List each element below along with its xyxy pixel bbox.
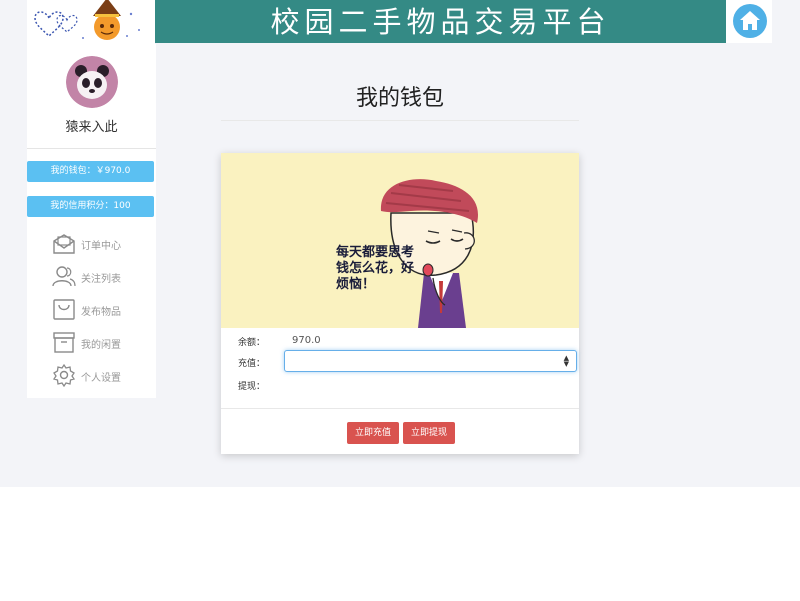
recharge-select[interactable]: ▲ ▼	[284, 350, 577, 372]
header-banner: 校园二手物品交易平台	[155, 0, 726, 43]
sidebar-item-label: 发布物品	[81, 307, 121, 318]
site-title: 校园二手物品交易平台	[270, 5, 611, 39]
users-icon	[52, 266, 76, 287]
sidebar-item-settings[interactable]: 个人设置	[52, 363, 152, 389]
panda-avatar-icon	[66, 56, 118, 108]
envelope-icon	[53, 234, 75, 254]
sidebar-item-label: 个人设置	[81, 373, 121, 384]
withdraw-label: 提现：	[238, 382, 266, 392]
home-area	[726, 0, 772, 43]
site-logo[interactable]	[27, 0, 155, 44]
bag-icon	[53, 299, 75, 320]
wallet-illustration: 每天都要思考钱怎么花，好烦恼！	[221, 153, 579, 328]
sidebar-item-publish[interactable]: 发布物品	[52, 297, 152, 323]
sidebar-item-orders[interactable]: 订单中心	[52, 231, 152, 257]
credit-score-button[interactable]: 我的信用积分：100	[27, 196, 154, 217]
archive-icon	[53, 332, 75, 353]
user-avatar[interactable]	[66, 56, 118, 108]
home-button[interactable]	[733, 4, 767, 38]
sidebar: 猿来入此 我的钱包：￥970.0 我的信用积分：100 订单中心 关注列表 发布…	[27, 44, 156, 398]
gear-icon	[52, 363, 76, 387]
wallet-button[interactable]: 我的钱包：￥970.0	[27, 161, 154, 182]
sidebar-item-label: 关注列表	[81, 274, 121, 285]
illustration-caption: 每天都要思考钱怎么花，好烦恼！	[336, 245, 415, 292]
username: 猿来入此	[65, 120, 118, 135]
balance-value: 970.0	[292, 335, 321, 346]
withdraw-button[interactable]: 立即提现	[403, 422, 455, 444]
home-icon	[740, 11, 760, 30]
sidebar-item-label: 订单中心	[81, 241, 121, 252]
recharge-button[interactable]: 立即充值	[347, 422, 399, 444]
sidebar-item-follows[interactable]: 关注列表	[52, 264, 152, 290]
recharge-label: 充值：	[238, 359, 266, 369]
card-divider	[221, 408, 579, 409]
sidebar-item-label: 我的闲置	[81, 340, 121, 351]
title-divider	[221, 120, 579, 121]
sidebar-divider	[27, 148, 156, 149]
wallet-card: 每天都要思考钱怎么花，好烦恼！ 余额： 970.0 充值： ▲ ▼ 提现： 立即充…	[221, 153, 579, 454]
select-arrows-icon: ▲ ▼	[563, 354, 569, 368]
page-title: 我的钱包	[355, 86, 444, 111]
sidebar-item-idle[interactable]: 我的闲置	[52, 330, 152, 356]
balance-label: 余额：	[238, 338, 266, 348]
